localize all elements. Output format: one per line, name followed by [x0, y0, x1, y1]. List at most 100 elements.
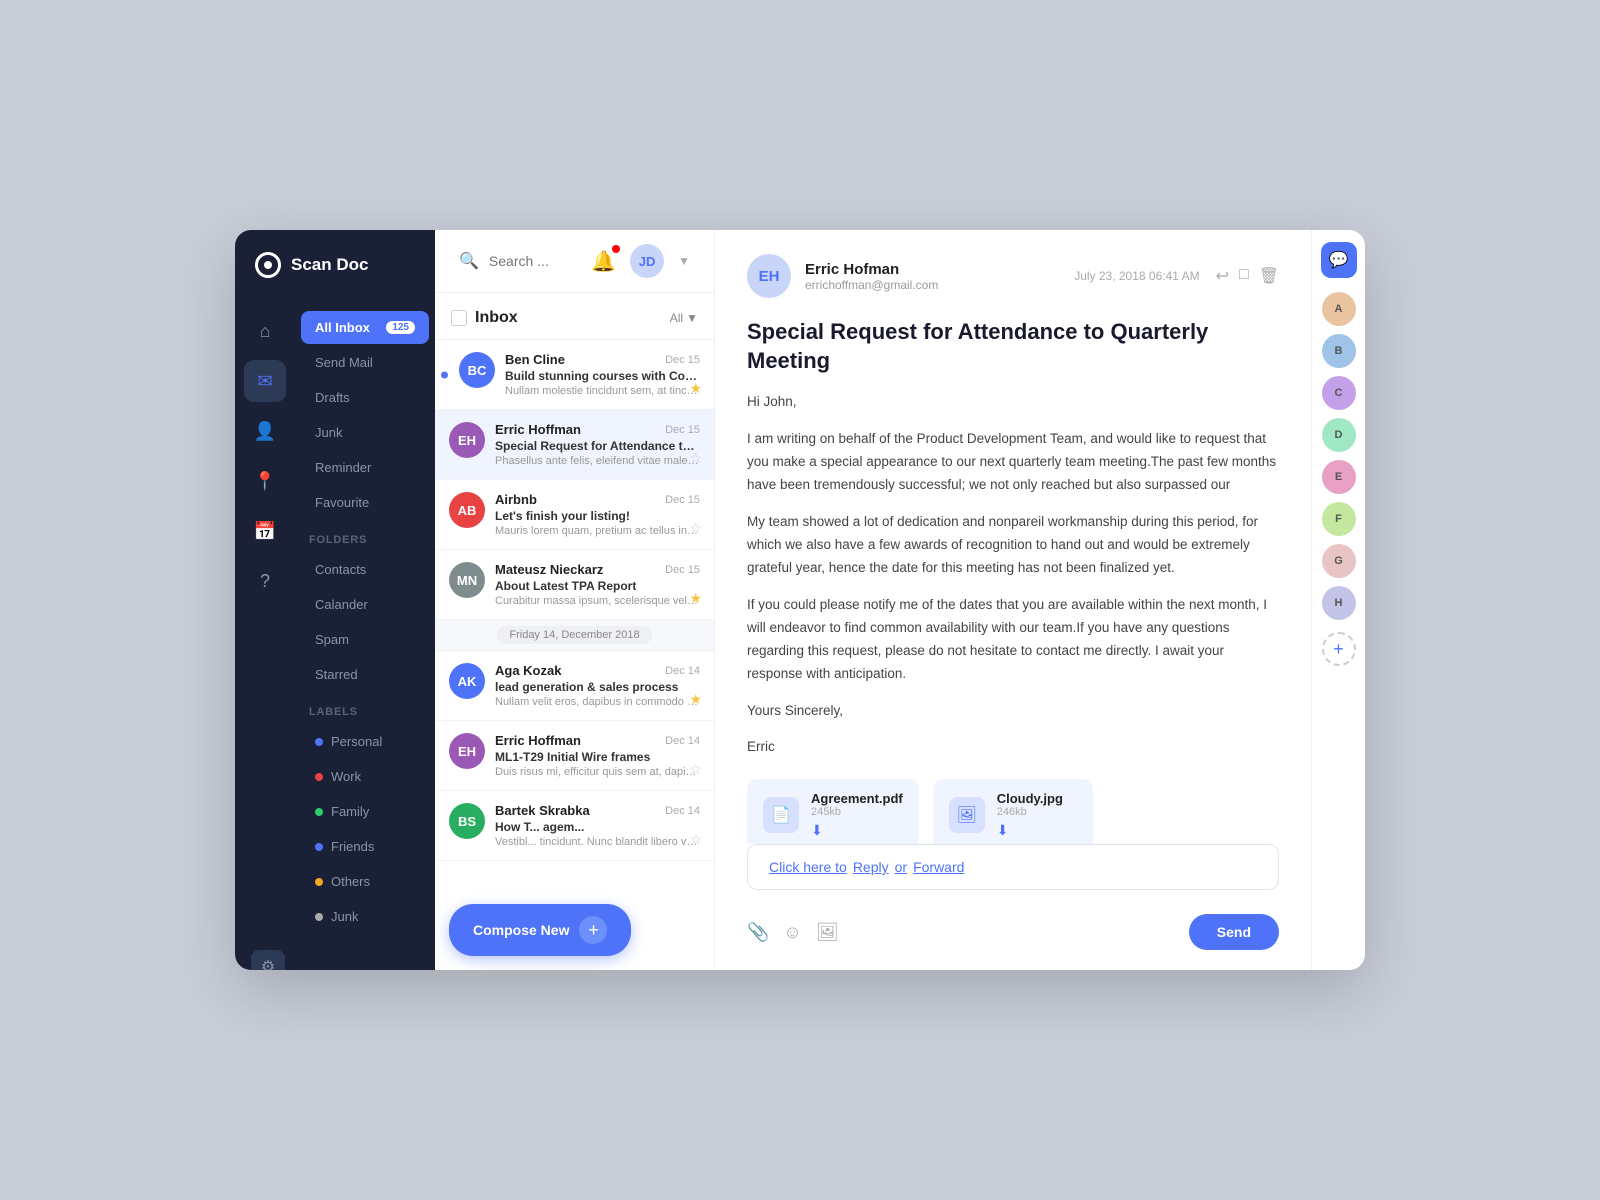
sidebar-item-personal[interactable]: Personal — [301, 725, 429, 758]
sidebar-item-contacts[interactable]: Contacts — [301, 553, 429, 586]
sidebar-item-all-inbox[interactable]: All Inbox 125 — [301, 311, 429, 344]
reply-icon[interactable]: ↩ — [1216, 266, 1229, 286]
sidebar: Scan Doc ⌂ ✉ 👤 📍 📅 ? All Inbox 125 — [235, 230, 435, 970]
forward-icon[interactable]: □ — [1239, 266, 1249, 286]
mail-info: Erric Hoffman Dec 15 Special Request for… — [495, 422, 700, 467]
star-icon[interactable]: ★ — [689, 590, 702, 607]
work-dot — [315, 773, 323, 781]
avatar: BC — [459, 352, 495, 388]
star-icon[interactable]: ☆ — [689, 520, 702, 537]
mail-item[interactable]: AK Aga Kozak Dec 14 lead generation & sa… — [435, 651, 714, 721]
sidebar-item-spam[interactable]: Spam — [301, 623, 429, 656]
sidebar-item-work[interactable]: Work — [301, 760, 429, 793]
compose-new-button[interactable]: Compose New + — [449, 904, 631, 956]
search-bar: 🔍 — [459, 251, 591, 271]
contact-avatar[interactable]: B — [1322, 334, 1356, 368]
mail-item[interactable]: EH Erric Hoffman Dec 14 ML1-T29 Initial … — [435, 721, 714, 791]
select-all-checkbox[interactable] — [451, 310, 467, 326]
emoji-icon[interactable]: ☺ — [783, 922, 801, 943]
right-avatar-rail: 💬 A B C D E F G H + — [1311, 230, 1365, 970]
attachments: 📄 Agreement.pdf 245kb ⬇ 🖼 Cloudy.jpg 246… — [747, 779, 1279, 844]
sender-info: Erric Hofman errichoffman@gmail.com — [805, 261, 1074, 292]
download-icon[interactable]: ⬇ — [997, 822, 1063, 839]
avatar: EH — [449, 733, 485, 769]
logo-icon — [255, 252, 281, 278]
sidebar-item-reminder[interactable]: Reminder — [301, 451, 429, 484]
star-icon[interactable]: ★ — [689, 691, 702, 708]
mail-item[interactable]: EH Erric Hoffman Dec 15 Special Request … — [435, 410, 714, 480]
email-sender-row: EH Erric Hofman errichoffman@gmail.com J… — [747, 254, 1279, 298]
all-inbox-label: All Inbox — [315, 320, 370, 335]
sender-avatar: EH — [747, 254, 791, 298]
mail-item[interactable]: BC Ben Cline Dec 15 Build stunning cours… — [435, 340, 714, 410]
sidebar-item-junk-label[interactable]: Junk — [301, 900, 429, 933]
sidebar-item-favourite[interactable]: Favourite — [301, 486, 429, 519]
inbox-title: Inbox — [475, 309, 670, 327]
star-icon[interactable]: ☆ — [689, 831, 702, 848]
sidebar-bottom: ⚙ — [235, 934, 435, 970]
search-header: 🔍 🔔 JD ▼ — [435, 230, 714, 293]
avatar: AB — [449, 492, 485, 528]
avatar: BS — [449, 803, 485, 839]
send-button[interactable]: Send — [1189, 914, 1279, 950]
sidebar-item-calander[interactable]: Calander — [301, 588, 429, 621]
compose-plus-icon: + — [579, 916, 607, 944]
logo-dot — [264, 261, 272, 269]
contact-avatar[interactable]: H — [1322, 586, 1356, 620]
download-icon[interactable]: ⬇ — [811, 822, 903, 839]
notification-icon[interactable]: 🔔 — [591, 249, 616, 274]
sidebar-item-family[interactable]: Family — [301, 795, 429, 828]
avatar: AK — [449, 663, 485, 699]
add-contact-icon[interactable]: + — [1322, 632, 1356, 666]
sidebar-main: ⌂ ✉ 👤 📍 📅 ? All Inbox 125 Send Mail Draf… — [235, 300, 435, 934]
friends-dot — [315, 843, 323, 851]
mail-item[interactable]: MN Mateusz Nieckarz Dec 15 About Latest … — [435, 550, 714, 620]
sidebar-item-junk[interactable]: Junk — [301, 416, 429, 449]
sidebar-item-others[interactable]: Others — [301, 865, 429, 898]
reply-bar[interactable]: Click here to Reply or Forward — [747, 844, 1279, 890]
avatar-chevron-icon[interactable]: ▼ — [678, 254, 690, 268]
star-icon[interactable]: ☆ — [689, 761, 702, 778]
contact-avatar[interactable]: D — [1322, 418, 1356, 452]
contact-avatar[interactable]: E — [1322, 460, 1356, 494]
sidebar-item-drafts[interactable]: Drafts — [301, 381, 429, 414]
search-input[interactable] — [489, 253, 591, 269]
location-icon[interactable]: 📍 — [244, 460, 286, 502]
icon-rail: ⌂ ✉ 👤 📍 📅 ? — [235, 300, 295, 934]
attachment-icon[interactable]: 📎 — [747, 922, 769, 943]
sidebar-item-starred[interactable]: Starred — [301, 658, 429, 691]
attachment-item: 📄 Agreement.pdf 245kb ⬇ — [747, 779, 919, 844]
delete-icon[interactable]: 🗑 — [1259, 266, 1279, 286]
help-icon[interactable]: ? — [244, 560, 286, 602]
email-body: Hi John, I am writing on behalf of the P… — [747, 391, 1279, 759]
sidebar-item-send-mail[interactable]: Send Mail — [301, 346, 429, 379]
mail-info: Airbnb Dec 15 Let's finish your listing!… — [495, 492, 700, 537]
people-icon[interactable]: 👤 — [244, 410, 286, 452]
mail-item[interactable]: BS Bartek Skrabka Dec 14 How T... agem..… — [435, 791, 714, 861]
search-icon: 🔍 — [459, 251, 479, 271]
contact-avatar[interactable]: F — [1322, 502, 1356, 536]
inbox-filter[interactable]: All ▼ — [670, 311, 698, 325]
calendar-icon[interactable]: 📅 — [244, 510, 286, 552]
image-tool-icon[interactable]: 🖼 — [816, 922, 839, 943]
home-icon[interactable]: ⌂ — [244, 310, 286, 352]
contact-avatar[interactable]: A — [1322, 292, 1356, 326]
star-icon[interactable]: ☆ — [689, 450, 702, 467]
mail-info: Erric Hoffman Dec 14 ML1-T29 Initial Wir… — [495, 733, 700, 778]
mail-icon[interactable]: ✉ — [244, 360, 286, 402]
contact-avatar[interactable]: C — [1322, 376, 1356, 410]
mail-info: Aga Kozak Dec 14 lead generation & sales… — [495, 663, 700, 708]
header-actions: 🔔 JD ▼ — [591, 244, 690, 278]
settings-button[interactable]: ⚙ — [251, 950, 285, 970]
sidebar-item-friends[interactable]: Friends — [301, 830, 429, 863]
unread-dot — [441, 371, 448, 378]
chat-icon[interactable]: 💬 — [1321, 242, 1357, 278]
star-icon[interactable]: ★ — [689, 380, 702, 397]
user-avatar[interactable]: JD — [630, 244, 664, 278]
contact-avatar[interactable]: G — [1322, 544, 1356, 578]
family-dot — [315, 808, 323, 816]
mail-item[interactable]: AB Airbnb Dec 15 Let's finish your listi… — [435, 480, 714, 550]
reply-toolbar: 📎 ☺ 🖼 Send — [715, 914, 1311, 970]
app-container: Scan Doc ⌂ ✉ 👤 📍 📅 ? All Inbox 125 — [235, 230, 1365, 970]
inbox-badge: 125 — [386, 321, 415, 334]
